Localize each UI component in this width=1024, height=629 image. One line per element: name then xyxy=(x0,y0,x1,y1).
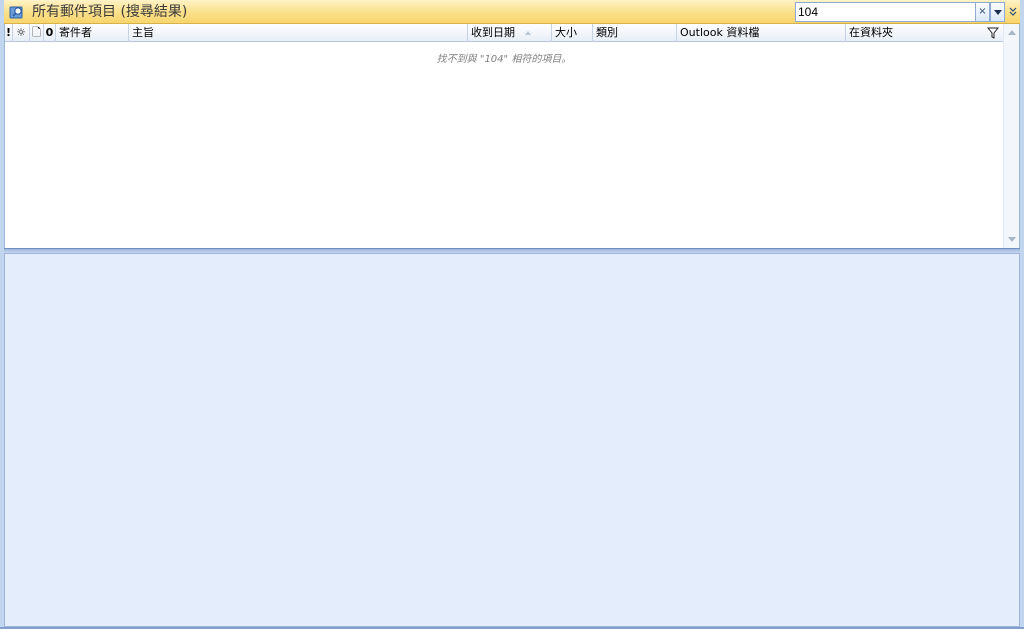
column-size[interactable]: 大小 xyxy=(552,24,593,42)
folder-title: 所有郵件項目 (搜尋結果) xyxy=(32,4,188,20)
search-folder-icon xyxy=(9,6,23,19)
search-input[interactable] xyxy=(798,4,974,20)
vertical-scrollbar[interactable] xyxy=(1003,24,1019,248)
column-subject[interactable]: 主旨 xyxy=(129,24,468,42)
column-icon[interactable]: 🗋 xyxy=(30,24,44,42)
column-in-folder[interactable]: 在資料夾 xyxy=(846,24,984,42)
column-received[interactable]: 收到日期 xyxy=(468,24,552,42)
reading-pane xyxy=(4,253,1020,627)
column-received-label: 收到日期 xyxy=(471,26,515,39)
outlook-window: 所有郵件項目 (搜尋結果) × ! ☼ 🗋 0 寄件者 主旨 收到日期 大小 類… xyxy=(0,0,1024,629)
message-list[interactable]: ! ☼ 🗋 0 寄件者 主旨 收到日期 大小 類別 Outlook 資料檔 在資… xyxy=(4,24,1020,248)
column-header-row: ! ☼ 🗋 0 寄件者 主旨 收到日期 大小 類別 Outlook 資料檔 在資… xyxy=(5,24,1003,42)
column-data-file[interactable]: Outlook 資料檔 xyxy=(677,24,846,42)
column-categories[interactable]: 類別 xyxy=(593,24,677,42)
filter-icon[interactable] xyxy=(987,27,999,39)
folder-header: 所有郵件項目 (搜尋結果) × xyxy=(4,0,1020,24)
right-border xyxy=(1020,0,1024,629)
column-importance[interactable]: ! xyxy=(5,24,13,42)
column-attachment[interactable]: 0 xyxy=(44,24,56,42)
sort-ascending-icon xyxy=(525,31,531,35)
search-options-button[interactable] xyxy=(990,2,1005,22)
scroll-up-icon[interactable] xyxy=(1008,30,1016,35)
column-reminder[interactable]: ☼ xyxy=(13,24,30,42)
search-box[interactable] xyxy=(795,2,977,22)
empty-list-message: 找不到與 "104" 相符的項目。 xyxy=(436,54,572,65)
column-from[interactable]: 寄件者 xyxy=(56,24,129,42)
chevron-down-icon xyxy=(994,10,1002,15)
search-clear-button[interactable]: × xyxy=(975,2,990,22)
scroll-down-icon[interactable] xyxy=(1008,237,1016,242)
expand-query-builder-icon[interactable] xyxy=(1006,2,1020,22)
